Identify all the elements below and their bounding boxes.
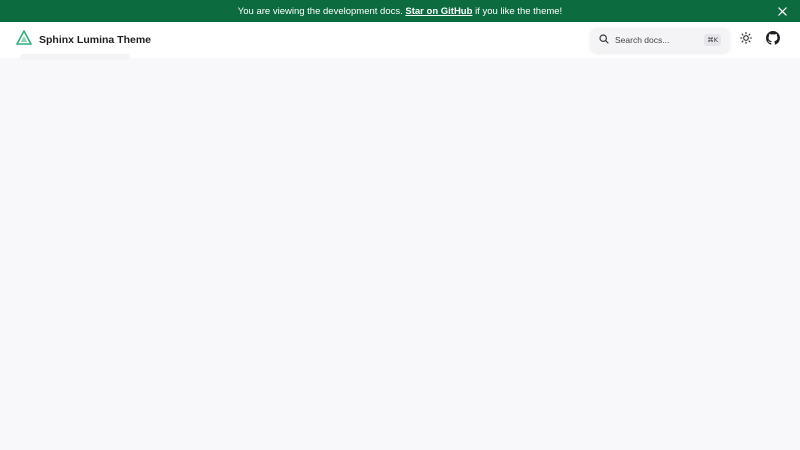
search-button[interactable]: Search docs... ⌘K bbox=[591, 28, 729, 52]
top-header: Sphinx Lumina Theme Search docs... ⌘K bbox=[0, 22, 800, 58]
search-icon bbox=[599, 31, 609, 49]
site-brand-link[interactable]: Sphinx Lumina Theme bbox=[16, 30, 152, 50]
banner-message: You are viewing the development docs. St… bbox=[238, 6, 562, 17]
banner-text-before: You are viewing the development docs. bbox=[237, 5, 403, 17]
search-shortcut-badge: ⌘K bbox=[704, 34, 721, 46]
star-on-github-link[interactable]: Star on GitHub bbox=[405, 6, 472, 17]
site-title: Sphinx Lumina Theme bbox=[39, 34, 152, 46]
faint-placeholder-bar bbox=[20, 54, 130, 60]
search-placeholder: Search docs... bbox=[615, 35, 670, 45]
triangle-logo-icon bbox=[16, 30, 32, 50]
github-link[interactable] bbox=[765, 30, 781, 50]
theme-toggle-button[interactable] bbox=[738, 32, 754, 48]
close-icon[interactable] bbox=[776, 5, 788, 17]
main-content-area bbox=[0, 58, 800, 450]
github-icon bbox=[766, 30, 780, 50]
banner-text-after: if you like the theme! bbox=[475, 5, 563, 17]
sun-icon bbox=[740, 31, 752, 49]
announcement-banner: You are viewing the development docs. St… bbox=[0, 0, 800, 22]
